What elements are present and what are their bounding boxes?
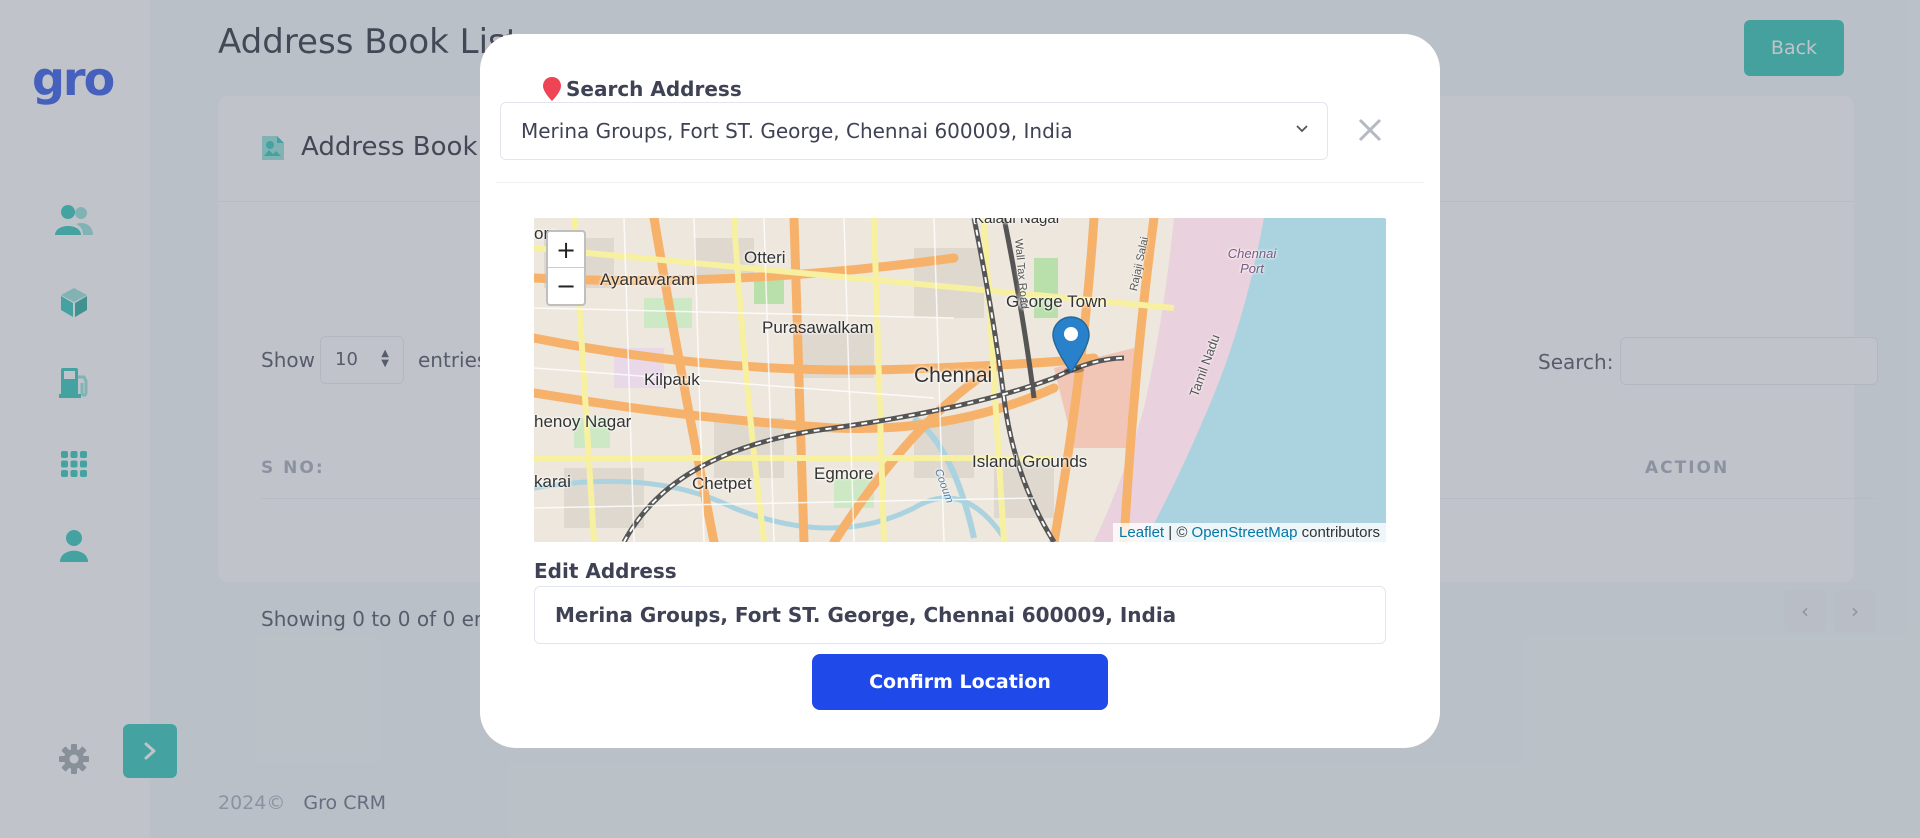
map-label-karai: karai <box>534 472 571 491</box>
location-modal: Search Address Merina Groups, Fort ST. G… <box>480 34 1440 748</box>
map-pin-icon <box>543 77 561 101</box>
map-view[interactable]: Otteri Ayanavaram Purasawalkam Kilpauk h… <box>534 218 1386 542</box>
search-address-text: Search Address <box>566 77 742 101</box>
openstreetmap-link[interactable]: OpenStreetMap <box>1192 524 1298 541</box>
map-attribution: Leaflet | © OpenStreetMap contributors <box>1113 523 1386 542</box>
map-zoom-controls: + − <box>546 230 586 306</box>
map-label-egmore: Egmore <box>814 464 874 483</box>
location-marker-icon[interactable] <box>1052 316 1090 378</box>
leaflet-link[interactable]: Leaflet <box>1119 524 1164 541</box>
map-label-kilpauk: Kilpauk <box>644 370 700 389</box>
modal-divider <box>496 182 1424 183</box>
map-label-chenoy-nagar: henoy Nagar <box>534 412 632 431</box>
attribution-separator: | © <box>1164 524 1192 541</box>
close-modal-button[interactable] <box>1352 112 1388 148</box>
zoom-in-button[interactable]: + <box>548 232 584 268</box>
attribution-contributors: contributors <box>1297 524 1380 541</box>
chevron-down-icon <box>1296 125 1308 133</box>
confirm-location-button[interactable]: Confirm Location <box>812 654 1108 710</box>
map-label-island-grounds: Island Grounds <box>972 452 1088 471</box>
map-label-chennai-port: Chennai Port <box>1227 246 1277 276</box>
map-label-otteri: Otteri <box>744 248 786 267</box>
edit-address-label: Edit Address <box>534 559 677 583</box>
address-search-select[interactable]: Merina Groups, Fort ST. George, Chennai … <box>500 102 1328 160</box>
map-label-purasawalkam: Purasawalkam <box>762 318 874 337</box>
map-label-top: Kaladi Nagar <box>974 218 1061 227</box>
map-label-ayanavaram: Ayanavaram <box>600 270 696 289</box>
map-label-chennai: Chennai <box>914 364 993 387</box>
address-select-value: Merina Groups, Fort ST. George, Chennai … <box>521 119 1073 143</box>
map-label-chetpet: Chetpet <box>692 474 752 493</box>
close-icon <box>1358 118 1382 142</box>
search-address-label: Search Address <box>542 76 742 102</box>
zoom-out-button[interactable]: − <box>548 268 584 304</box>
edit-address-input[interactable]: Merina Groups, Fort ST. George, Chennai … <box>534 586 1386 644</box>
